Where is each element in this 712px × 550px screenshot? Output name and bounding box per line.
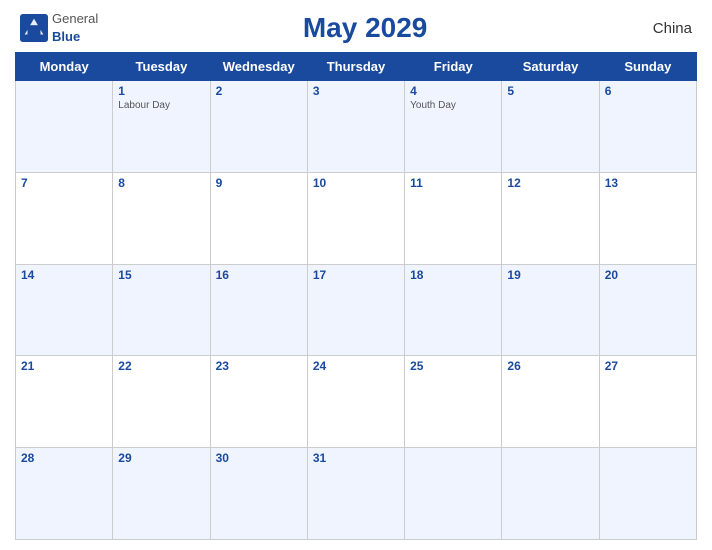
logo: General Blue [20,10,98,46]
logo-blue: Blue [52,29,80,44]
calendar-cell: 9 [210,172,307,264]
week-row-2: 789 10 11 12 13 [16,172,697,264]
day-number: 15 [118,268,204,282]
day-number: 20 [605,268,691,282]
calendar-cell: 25 [405,356,502,448]
day-number: 4 [410,84,496,98]
day-number: 7 [21,176,107,190]
calendar-cell: 18 [405,264,502,356]
calendar-cell: 26 [502,356,599,448]
calendar-cell: 8 [113,172,210,264]
holiday-label: Youth Day [410,100,496,111]
week-row-3: 14 15 16 17 18 19 20 [16,264,697,356]
calendar-cell: 30 [210,448,307,540]
calendar-cell: 19 [502,264,599,356]
calendar-table: MondayTuesdayWednesdayThursdayFridaySatu… [15,52,697,540]
day-number: 21 [21,359,107,373]
calendar-cell: 17 [307,264,404,356]
logo-icon [20,14,48,42]
day-number: 6 [605,84,691,98]
calendar-cell [405,448,502,540]
calendar-cell: 16 [210,264,307,356]
weekday-header-sunday: Sunday [599,53,696,81]
logo-text: General Blue [52,10,98,46]
weekday-header-friday: Friday [405,53,502,81]
calendar-cell [16,81,113,173]
calendar-cell [502,448,599,540]
weekday-header-monday: Monday [16,53,113,81]
logo-general: General [52,11,98,26]
day-number: 8 [118,176,204,190]
calendar-cell: 28 [16,448,113,540]
weekday-header-thursday: Thursday [307,53,404,81]
calendar-cell: 5 [502,81,599,173]
day-number: 26 [507,359,593,373]
day-number: 30 [216,451,302,465]
day-number: 17 [313,268,399,282]
calendar-cell: 14 [16,264,113,356]
weekday-header-wednesday: Wednesday [210,53,307,81]
day-number: 1 [118,84,204,98]
day-number: 18 [410,268,496,282]
holiday-label: Labour Day [118,100,204,111]
calendar-title: May 2029 [98,12,632,44]
calendar-cell: 10 [307,172,404,264]
day-number: 31 [313,451,399,465]
calendar-cell: 7 [16,172,113,264]
calendar-cell: 15 [113,264,210,356]
page-header: General Blue May 2029 China [15,10,697,46]
day-number: 9 [216,176,302,190]
calendar-cell: 13 [599,172,696,264]
day-number: 2 [216,84,302,98]
day-number: 19 [507,268,593,282]
day-number: 14 [21,268,107,282]
day-number: 25 [410,359,496,373]
calendar-cell: 22 [113,356,210,448]
day-number: 16 [216,268,302,282]
calendar-cell: 4 Youth Day [405,81,502,173]
calendar-cell: 27 [599,356,696,448]
calendar-cell: 20 [599,264,696,356]
day-number: 29 [118,451,204,465]
country-label: China [632,20,692,37]
day-number: 13 [605,176,691,190]
day-number: 11 [410,176,496,190]
day-number: 28 [21,451,107,465]
weekday-header-tuesday: Tuesday [113,53,210,81]
day-number: 24 [313,359,399,373]
day-number: 23 [216,359,302,373]
weekday-header-saturday: Saturday [502,53,599,81]
day-number: 12 [507,176,593,190]
day-number: 5 [507,84,593,98]
week-row-5: 28 29 30 31 [16,448,697,540]
calendar-cell: 29 [113,448,210,540]
calendar-cell: 23 [210,356,307,448]
day-number: 27 [605,359,691,373]
day-number: 22 [118,359,204,373]
week-row-4: 21 22 23 24 25 26 27 [16,356,697,448]
week-row-1: 1 Labour Day 234 Youth Day 56 [16,81,697,173]
calendar-cell: 31 [307,448,404,540]
calendar-cell: 6 [599,81,696,173]
day-number: 3 [313,84,399,98]
calendar-cell: 2 [210,81,307,173]
calendar-cell: 21 [16,356,113,448]
calendar-cell: 24 [307,356,404,448]
weekday-header-row: MondayTuesdayWednesdayThursdayFridaySatu… [16,53,697,81]
calendar-cell [599,448,696,540]
calendar-cell: 1 Labour Day [113,81,210,173]
calendar-cell: 11 [405,172,502,264]
day-number: 10 [313,176,399,190]
calendar-cell: 12 [502,172,599,264]
calendar-cell: 3 [307,81,404,173]
